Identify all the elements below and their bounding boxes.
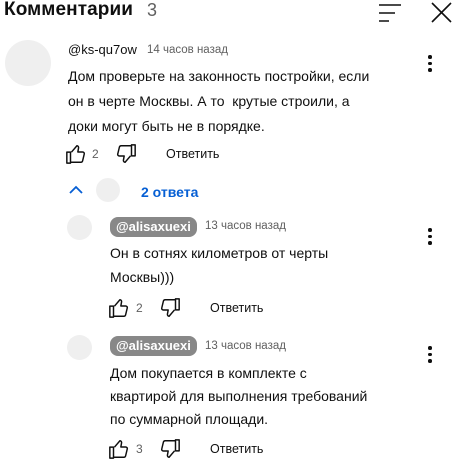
thumb-up-icon[interactable]: [108, 438, 130, 460]
replies-avatar: [96, 178, 120, 202]
reply-author[interactable]: @alisaxuexi: [110, 217, 197, 237]
replies-toggle[interactable]: 2 ответа: [66, 178, 216, 204]
close-icon[interactable]: [430, 1, 453, 24]
reply-time[interactable]: 13 часов назад: [205, 220, 286, 232]
like-count: 3: [136, 442, 143, 456]
thumb-up-icon[interactable]: [108, 297, 130, 319]
avatar[interactable]: [67, 335, 92, 360]
chevron-up-icon: [69, 185, 83, 194]
comment-text-line: Дом проверьте на законность постройки, е…: [68, 68, 370, 84]
thumb-down-icon[interactable]: [159, 297, 181, 319]
reply-text-line: квартирой для выполнения требований: [110, 388, 368, 404]
reply-text-line: Дом покупается в комплекте с: [110, 365, 307, 381]
more-vertical-icon[interactable]: [426, 228, 434, 248]
comments-header: Комментарии 3: [0, 0, 454, 26]
more-vertical-icon[interactable]: [426, 346, 434, 366]
comment-text-line: доки могут быть не в порядке.: [68, 118, 265, 134]
comments-title: Комментарии: [4, 0, 134, 20]
thumb-down-icon[interactable]: [115, 143, 137, 165]
comment-text-line: он в черте Москвы. А то крутые строили, …: [68, 93, 350, 109]
like-count: 2: [92, 147, 99, 161]
like-count: 2: [136, 301, 143, 315]
reply-text-line: Москвы))): [110, 269, 175, 285]
reply-text-line: Он в сотнях километров от черты: [110, 245, 329, 261]
reply-button[interactable]: Ответить: [210, 442, 263, 456]
avatar[interactable]: [67, 215, 92, 240]
reply-button[interactable]: Ответить: [166, 147, 219, 161]
more-vertical-icon[interactable]: [426, 55, 434, 75]
reply-button[interactable]: Ответить: [210, 301, 263, 315]
comments-count: 3: [147, 0, 158, 20]
reply-author[interactable]: @alisaxuexi: [110, 336, 197, 356]
sort-icon[interactable]: [378, 2, 402, 24]
reply-text-line: по суммарной площади.: [110, 411, 269, 427]
reply-time[interactable]: 13 часов назад: [205, 340, 286, 352]
thumb-up-icon[interactable]: [65, 143, 87, 165]
replies-count-label: 2 ответа: [141, 184, 199, 200]
comment-time[interactable]: 14 часов назад: [147, 44, 228, 56]
thumb-down-icon[interactable]: [159, 438, 181, 460]
avatar[interactable]: [5, 40, 51, 86]
comment-author[interactable]: @ks-qu7ow: [68, 42, 137, 57]
